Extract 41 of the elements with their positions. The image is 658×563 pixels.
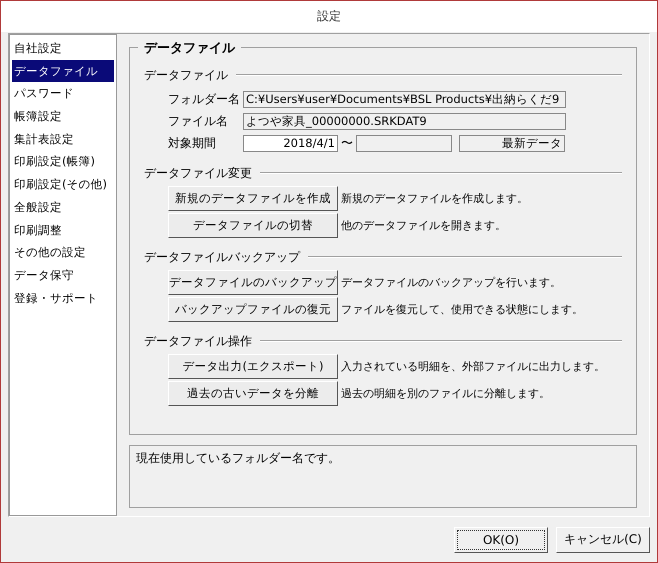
- action-description: 他のデータファイルを開きます。: [341, 218, 506, 233]
- action-description: ファイルを復元して、使用できる状態にします。: [341, 302, 583, 317]
- field-label: 対象期間: [168, 134, 217, 152]
- latest-data-field: 最新データ: [459, 134, 565, 152]
- action-button[interactable]: バックアップファイルの復元: [168, 297, 338, 322]
- sidebar-item[interactable]: 印刷設定(その他): [12, 173, 114, 196]
- sidebar-item[interactable]: データ保守: [12, 264, 114, 287]
- sidebar-item[interactable]: 印刷調整: [12, 218, 114, 242]
- window-title: 設定: [317, 8, 341, 25]
- action-description: 過去の明細を別のファイルに分離します。: [341, 386, 550, 401]
- field-label: ファイル名: [168, 112, 229, 130]
- sidebar-item[interactable]: 帳簿設定: [12, 105, 114, 128]
- action-button[interactable]: データファイルの切替: [168, 213, 338, 238]
- section-title: データファイル変更: [144, 164, 252, 182]
- action-description: データファイルのバックアップを行います。: [341, 275, 561, 290]
- action-button[interactable]: 過去の古いデータを分離: [168, 381, 338, 406]
- range-separator: 〜: [340, 134, 354, 152]
- section-title: データファイルバックアップ: [144, 248, 300, 266]
- sidebar-item[interactable]: パスワード: [12, 82, 114, 106]
- sidebar-item[interactable]: 自社設定: [12, 37, 114, 60]
- date-field[interactable]: 2018/4/1: [243, 134, 338, 152]
- section-title: データファイル: [144, 66, 228, 84]
- field-label: フォルダー名: [168, 90, 241, 108]
- folder-field: C:¥Users¥user¥Documents¥BSL Products¥出納らくだ9: [243, 90, 566, 108]
- action-button[interactable]: データファイルのバックアップ: [168, 270, 338, 295]
- section-title: データファイル操作: [144, 332, 252, 350]
- sidebar-item[interactable]: 印刷設定(帳簿): [12, 150, 114, 174]
- action-description: 新規のデータファイルを作成します。: [341, 191, 528, 206]
- sidebar-item[interactable]: 全般設定: [12, 196, 114, 218]
- sidebar-item[interactable]: 集計表設定: [12, 128, 114, 150]
- action-button[interactable]: データ出力(エクスポート): [168, 354, 338, 379]
- file-name-field: よつや家具_00000000.SRKDAT9: [243, 112, 566, 130]
- sidebar-item[interactable]: 登録・サポート: [12, 286, 114, 310]
- action-description: 入力されている明細を、外部ファイルに出力します。: [341, 359, 605, 374]
- ok-button[interactable]: OK(O): [454, 526, 548, 552]
- sidebar-item[interactable]: その他の設定: [12, 241, 114, 264]
- sidebar-item[interactable]: データファイル: [12, 60, 114, 82]
- action-button[interactable]: 新規のデータファイルを作成: [168, 186, 338, 211]
- group-title: データファイル: [138, 39, 241, 57]
- help-text: 現在使用しているフォルダー名です。: [136, 451, 340, 465]
- cancel-button[interactable]: キャンセル(C): [556, 526, 650, 552]
